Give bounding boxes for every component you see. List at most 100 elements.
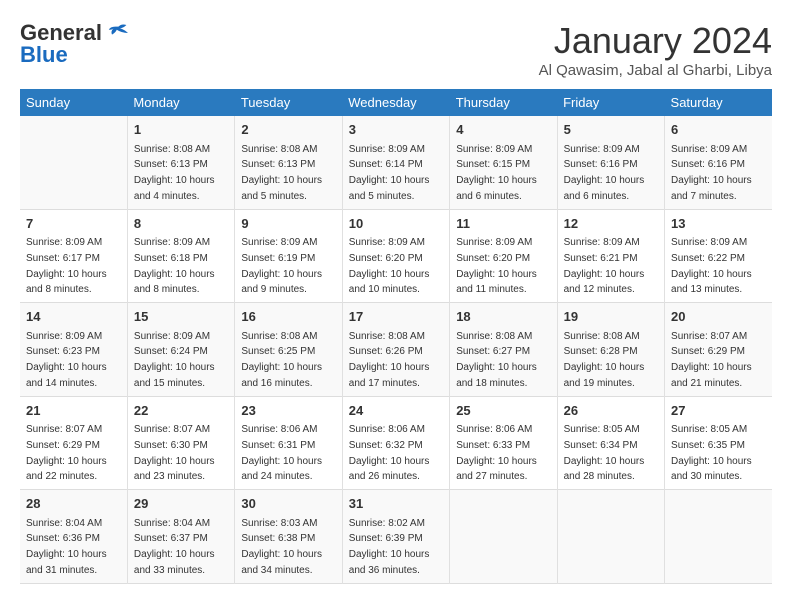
calendar-cell: 2 Sunrise: 8:08 AMSunset: 6:13 PMDaylight… [235, 116, 342, 209]
title-section: January 2024 Al Qawasim, Jabal al Gharbi… [539, 20, 772, 79]
cell-info: Sunrise: 8:09 AMSunset: 6:20 PMDaylight:… [456, 237, 537, 295]
day-number: 12 [564, 214, 658, 234]
cell-info: Sunrise: 8:09 AMSunset: 6:19 PMDaylight:… [241, 237, 322, 295]
calendar-cell: 6 Sunrise: 8:09 AMSunset: 6:16 PMDaylight… [665, 116, 772, 209]
cell-info: Sunrise: 8:09 AMSunset: 6:24 PMDaylight:… [134, 331, 215, 389]
calendar-cell: 26 Sunrise: 8:05 AMSunset: 6:34 PMDayligh… [557, 396, 664, 490]
cell-info: Sunrise: 8:04 AMSunset: 6:37 PMDaylight:… [134, 518, 215, 576]
calendar-cell: 7 Sunrise: 8:09 AMSunset: 6:17 PMDaylight… [20, 209, 127, 303]
calendar-cell: 24 Sunrise: 8:06 AMSunset: 6:32 PMDayligh… [342, 396, 449, 490]
day-number: 11 [456, 214, 550, 234]
day-number: 19 [564, 307, 658, 327]
day-number: 2 [241, 120, 335, 140]
header-thursday: Thursday [450, 89, 557, 116]
calendar-cell: 5 Sunrise: 8:09 AMSunset: 6:16 PMDaylight… [557, 116, 664, 209]
calendar-cell: 31 Sunrise: 8:02 AMSunset: 6:39 PMDayligh… [342, 490, 449, 584]
cell-info: Sunrise: 8:09 AMSunset: 6:15 PMDaylight:… [456, 144, 537, 202]
calendar-cell: 17 Sunrise: 8:08 AMSunset: 6:26 PMDayligh… [342, 303, 449, 397]
cell-info: Sunrise: 8:09 AMSunset: 6:23 PMDaylight:… [26, 331, 107, 389]
day-number: 29 [134, 494, 228, 514]
calendar-cell: 27 Sunrise: 8:05 AMSunset: 6:35 PMDayligh… [665, 396, 772, 490]
cell-info: Sunrise: 8:08 AMSunset: 6:28 PMDaylight:… [564, 331, 645, 389]
day-number: 13 [671, 214, 766, 234]
cell-info: Sunrise: 8:09 AMSunset: 6:21 PMDaylight:… [564, 237, 645, 295]
header-monday: Monday [127, 89, 234, 116]
day-number: 10 [349, 214, 443, 234]
day-number: 14 [26, 307, 121, 327]
cell-info: Sunrise: 8:08 AMSunset: 6:13 PMDaylight:… [241, 144, 322, 202]
calendar-cell: 28 Sunrise: 8:04 AMSunset: 6:36 PMDayligh… [20, 490, 127, 584]
day-number: 3 [349, 120, 443, 140]
cell-info: Sunrise: 8:09 AMSunset: 6:14 PMDaylight:… [349, 144, 430, 202]
day-number: 31 [349, 494, 443, 514]
calendar-cell: 13 Sunrise: 8:09 AMSunset: 6:22 PMDayligh… [665, 209, 772, 303]
cell-info: Sunrise: 8:08 AMSunset: 6:13 PMDaylight:… [134, 144, 215, 202]
calendar-week-row: 21 Sunrise: 8:07 AMSunset: 6:29 PMDayligh… [20, 396, 772, 490]
day-number: 22 [134, 401, 228, 421]
calendar-cell: 20Sunrise: 8:07 AMSunset: 6:29 PMDayligh… [665, 303, 772, 397]
logo-blue: Blue [20, 42, 68, 68]
cell-info: Sunrise: 8:06 AMSunset: 6:32 PMDaylight:… [349, 424, 430, 482]
calendar-cell: 4 Sunrise: 8:09 AMSunset: 6:15 PMDaylight… [450, 116, 557, 209]
day-number: 26 [564, 401, 658, 421]
cell-info: Sunrise: 8:07 AMSunset: 6:30 PMDaylight:… [134, 424, 215, 482]
day-number: 17 [349, 307, 443, 327]
day-number: 4 [456, 120, 550, 140]
cell-info: Sunrise: 8:09 AMSunset: 6:17 PMDaylight:… [26, 237, 107, 295]
calendar-cell: 3 Sunrise: 8:09 AMSunset: 6:14 PMDaylight… [342, 116, 449, 209]
day-number: 28 [26, 494, 121, 514]
header-friday: Friday [557, 89, 664, 116]
logo-bird-icon [104, 23, 128, 43]
calendar-cell: 8Sunrise: 8:09 AMSunset: 6:18 PMDaylight… [127, 209, 234, 303]
day-number: 1 [134, 120, 228, 140]
cell-info: Sunrise: 8:04 AMSunset: 6:36 PMDaylight:… [26, 518, 107, 576]
cell-info: Sunrise: 8:06 AMSunset: 6:31 PMDaylight:… [241, 424, 322, 482]
calendar-cell: 1 Sunrise: 8:08 AMSunset: 6:13 PMDaylight… [127, 116, 234, 209]
calendar-cell: 22 Sunrise: 8:07 AMSunset: 6:30 PMDayligh… [127, 396, 234, 490]
day-number: 23 [241, 401, 335, 421]
calendar-week-row: 28 Sunrise: 8:04 AMSunset: 6:36 PMDayligh… [20, 490, 772, 584]
cell-info: Sunrise: 8:09 AMSunset: 6:16 PMDaylight:… [564, 144, 645, 202]
calendar-cell: 30Sunrise: 8:03 AMSunset: 6:38 PMDayligh… [235, 490, 342, 584]
calendar-cell: 12 Sunrise: 8:09 AMSunset: 6:21 PMDayligh… [557, 209, 664, 303]
cell-info: Sunrise: 8:08 AMSunset: 6:25 PMDaylight:… [241, 331, 322, 389]
cell-info: Sunrise: 8:02 AMSunset: 6:39 PMDaylight:… [349, 518, 430, 576]
calendar-table: Sunday Monday Tuesday Wednesday Thursday… [20, 89, 772, 584]
calendar-cell: 21 Sunrise: 8:07 AMSunset: 6:29 PMDayligh… [20, 396, 127, 490]
cell-info: Sunrise: 8:07 AMSunset: 6:29 PMDaylight:… [26, 424, 107, 482]
day-number: 16 [241, 307, 335, 327]
calendar-week-row: 14 Sunrise: 8:09 AMSunset: 6:23 PMDayligh… [20, 303, 772, 397]
day-number: 24 [349, 401, 443, 421]
calendar-cell: 19 Sunrise: 8:08 AMSunset: 6:28 PMDayligh… [557, 303, 664, 397]
calendar-cell: 15 Sunrise: 8:09 AMSunset: 6:24 PMDayligh… [127, 303, 234, 397]
day-number: 8 [134, 214, 228, 234]
day-number: 5 [564, 120, 658, 140]
calendar-cell: 23 Sunrise: 8:06 AMSunset: 6:31 PMDayligh… [235, 396, 342, 490]
cell-info: Sunrise: 8:09 AMSunset: 6:20 PMDaylight:… [349, 237, 430, 295]
cell-info: Sunrise: 8:09 AMSunset: 6:22 PMDaylight:… [671, 237, 752, 295]
cell-info: Sunrise: 8:05 AMSunset: 6:34 PMDaylight:… [564, 424, 645, 482]
day-number: 21 [26, 401, 121, 421]
calendar-cell [20, 116, 127, 209]
calendar-cell: 18Sunrise: 8:08 AMSunset: 6:27 PMDayligh… [450, 303, 557, 397]
day-number: 15 [134, 307, 228, 327]
logo: General Blue [20, 20, 128, 68]
cell-info: Sunrise: 8:08 AMSunset: 6:27 PMDaylight:… [456, 331, 537, 389]
calendar-week-row: 7 Sunrise: 8:09 AMSunset: 6:17 PMDaylight… [20, 209, 772, 303]
cell-info: Sunrise: 8:08 AMSunset: 6:26 PMDaylight:… [349, 331, 430, 389]
header-tuesday: Tuesday [235, 89, 342, 116]
month-title: January 2024 [539, 20, 772, 62]
calendar-cell: 9Sunrise: 8:09 AMSunset: 6:19 PMDaylight… [235, 209, 342, 303]
day-number: 30 [241, 494, 335, 514]
calendar-cell: 29 Sunrise: 8:04 AMSunset: 6:37 PMDayligh… [127, 490, 234, 584]
day-number: 6 [671, 120, 766, 140]
header-sunday: Sunday [20, 89, 127, 116]
day-number: 7 [26, 214, 121, 234]
day-number: 25 [456, 401, 550, 421]
cell-info: Sunrise: 8:05 AMSunset: 6:35 PMDaylight:… [671, 424, 752, 482]
header-wednesday: Wednesday [342, 89, 449, 116]
cell-info: Sunrise: 8:09 AMSunset: 6:16 PMDaylight:… [671, 144, 752, 202]
calendar-week-row: 1 Sunrise: 8:08 AMSunset: 6:13 PMDaylight… [20, 116, 772, 209]
day-number: 27 [671, 401, 766, 421]
location-title: Al Qawasim, Jabal al Gharbi, Libya [539, 62, 772, 79]
